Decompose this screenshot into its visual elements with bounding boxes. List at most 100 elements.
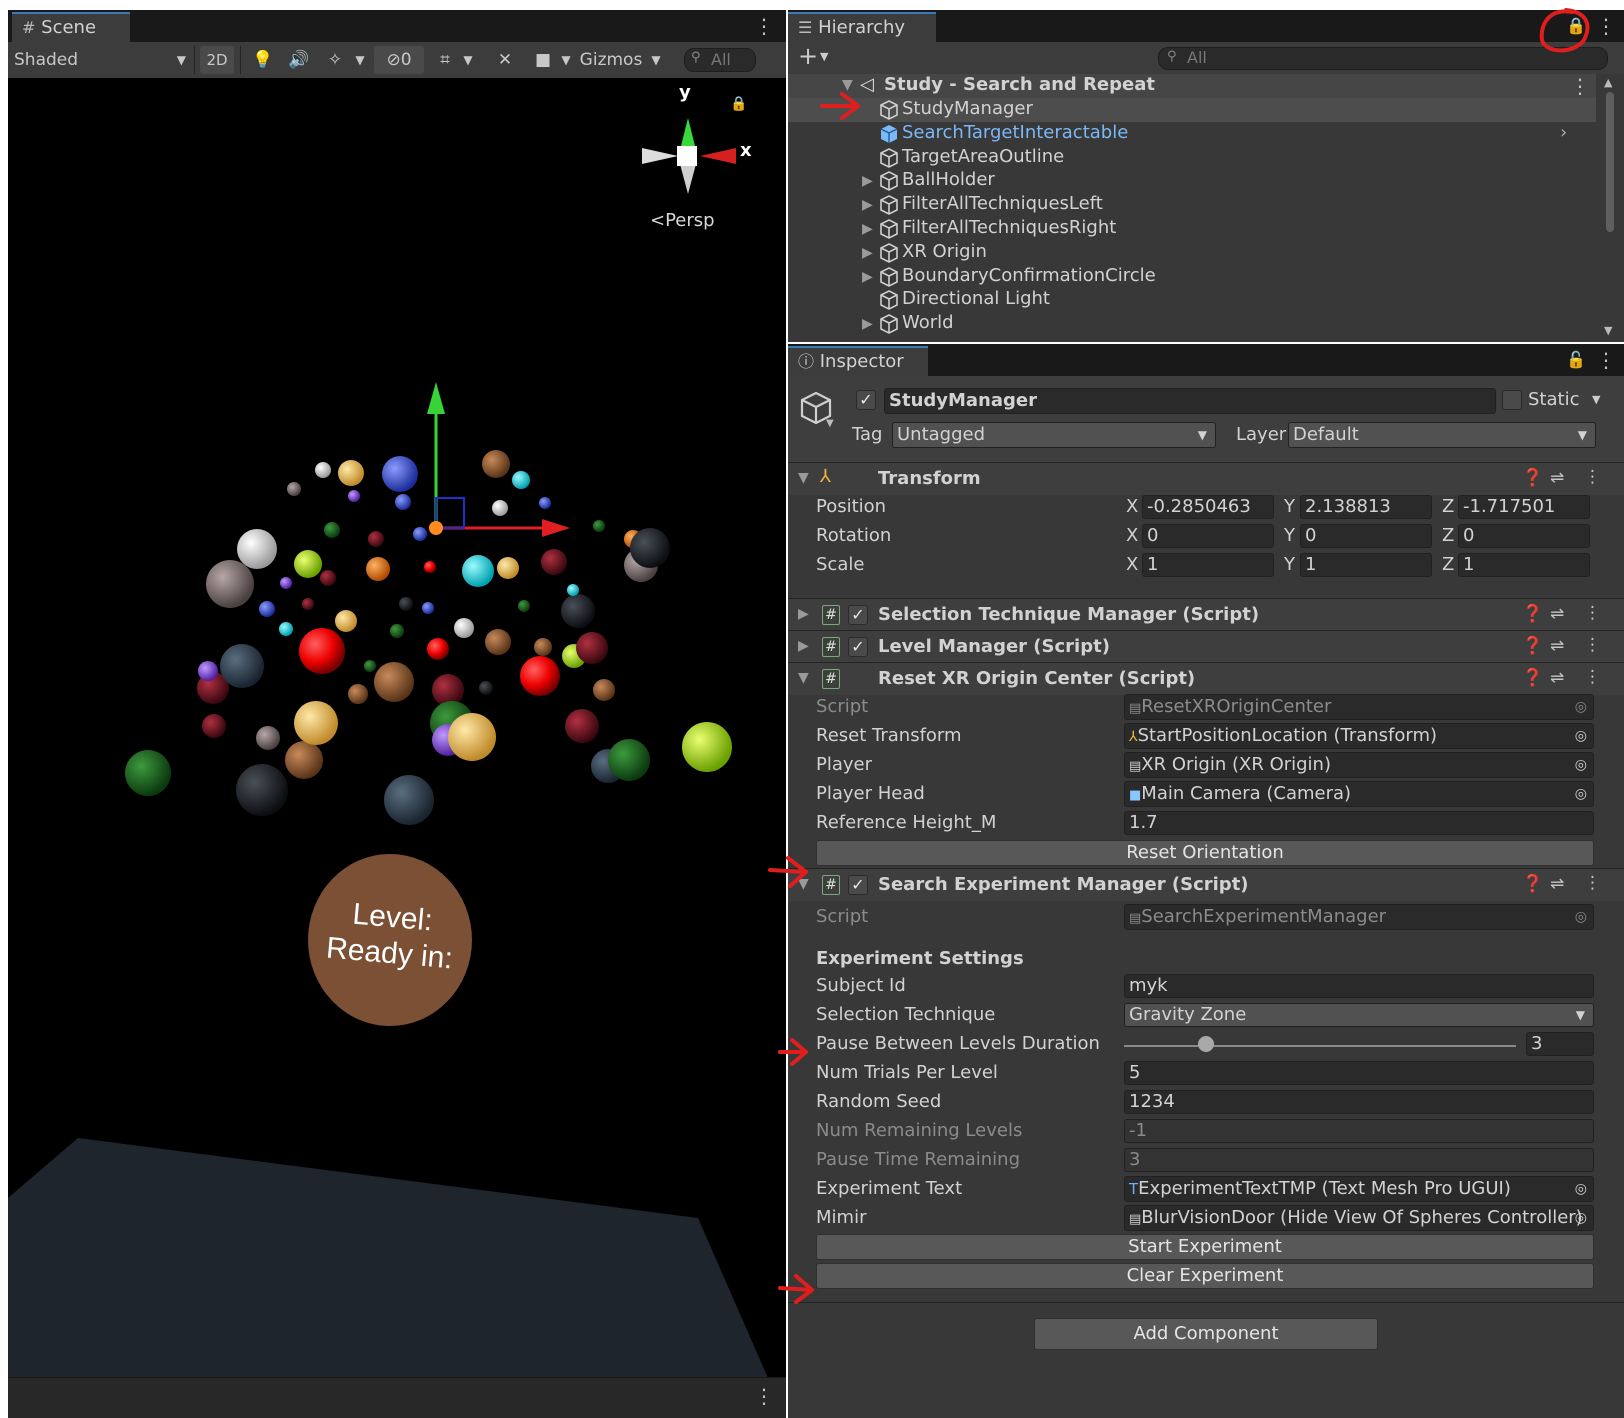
tag-dropdown[interactable]: Untagged ▼ <box>892 422 1216 448</box>
more-options-icon[interactable]: ⋮ <box>1596 348 1616 372</box>
presets-icon[interactable]: ⇌ <box>1550 636 1564 656</box>
presets-icon[interactable]: ⇌ <box>1550 668 1564 688</box>
num-trials-field[interactable]: 5 <box>1124 1061 1594 1085</box>
gizmos-dropdown-icon[interactable]: ▼ <box>648 46 664 74</box>
position-y-field[interactable]: 2.138813 <box>1300 495 1432 519</box>
layer-dropdown[interactable]: Default ▼ <box>1288 422 1596 448</box>
reset-orientation-button[interactable]: Reset Orientation <box>816 840 1594 866</box>
subject-id-field[interactable]: myk <box>1124 974 1594 998</box>
tools-icon[interactable]: ✕ <box>488 46 522 74</box>
object-name-field[interactable]: StudyManager <box>884 388 1496 414</box>
help-icon[interactable]: ❓ <box>1522 636 1543 656</box>
fold-closed-icon[interactable]: ▶ <box>862 269 873 285</box>
prefab-open-chevron-icon[interactable]: › <box>1560 122 1567 143</box>
create-add-icon[interactable]: + <box>798 42 818 70</box>
active-checkbox[interactable]: ✓ <box>856 390 876 410</box>
lock-icon[interactable]: 🔒 <box>1566 16 1586 35</box>
hierarchy-item[interactable]: ▶ XR Origin <box>788 241 1596 265</box>
effects-icon[interactable]: ✧ <box>318 46 352 74</box>
random-seed-field[interactable]: 1234 <box>1124 1090 1594 1114</box>
fold-closed-icon[interactable]: ▶ <box>862 221 873 237</box>
component-enabled-checkbox[interactable]: ✓ <box>848 875 868 895</box>
component-menu-icon[interactable]: ⋮ <box>1584 603 1601 623</box>
component-enabled-checkbox[interactable]: ✓ <box>848 605 868 625</box>
pause-duration-field[interactable]: 3 <box>1526 1032 1594 1056</box>
fold-closed-icon[interactable]: ▶ <box>862 245 873 261</box>
hierarchy-item[interactable]: SearchTargetInteractable › <box>788 122 1596 146</box>
gizmo-lock-icon[interactable]: 🔒 <box>730 96 747 112</box>
help-icon[interactable]: ❓ <box>1522 468 1543 488</box>
tab-scene[interactable]: # Scene <box>12 12 130 42</box>
rotation-z-field[interactable]: 0 <box>1458 524 1590 548</box>
reset-transform-field[interactable]: ⅄StartPositionLocation (Transform) ◎ <box>1124 723 1594 749</box>
shading-mode-dropdown[interactable]: Shaded ▼ <box>14 46 186 74</box>
tab-hierarchy[interactable]: ☰ Hierarchy <box>788 12 936 42</box>
hierarchy-item[interactable]: ▶ FilterAllTechniquesLeft <box>788 193 1596 217</box>
fold-closed-icon[interactable]: ▶ <box>862 173 873 189</box>
tab-inspector[interactable]: ⓘ Inspector <box>788 346 928 376</box>
hierarchy-item[interactable]: TargetAreaOutline <box>788 146 1596 170</box>
object-picker-icon[interactable]: ◎ <box>1575 1206 1587 1230</box>
gizmos-button[interactable]: Gizmos <box>578 46 644 74</box>
add-component-button[interactable]: Add Component <box>1034 1318 1378 1350</box>
projection-toggle[interactable]: <Persp <box>650 210 715 231</box>
hierarchy-item[interactable]: ▶ BallHolder <box>788 169 1596 193</box>
clear-experiment-button[interactable]: Clear Experiment <box>816 1263 1594 1289</box>
scene-row[interactable]: ▼ ◁ Study - Search and Repeat ⋮ <box>788 74 1596 98</box>
transform-header[interactable]: ▼ ⅄ Transform ❓ ⇌ ⋮ <box>788 462 1624 495</box>
hierarchy-item[interactable]: Directional Light <box>788 288 1596 312</box>
fold-open-icon[interactable]: ▼ <box>798 470 809 486</box>
component-menu-icon[interactable]: ⋮ <box>1584 635 1601 655</box>
scale-x-field[interactable]: 1 <box>1142 553 1274 577</box>
fold-closed-icon[interactable]: ▶ <box>862 197 873 213</box>
more-options-icon[interactable]: ⋮ <box>1596 14 1616 38</box>
grid-snap-icon[interactable]: ⌗ <box>430 46 460 74</box>
help-icon[interactable]: ❓ <box>1522 668 1543 688</box>
more-options-icon[interactable]: ⋮ <box>754 14 774 38</box>
component-menu-icon[interactable]: ⋮ <box>1584 873 1601 893</box>
hierarchy-item[interactable]: ▶ BoundaryConfirmationCircle <box>788 265 1596 289</box>
hierarchy-scrollbar[interactable]: ▲ ▼ <box>1596 74 1624 342</box>
search-experiment-manager-header[interactable]: ▼ # ✓ Search Experiment Manager (Script)… <box>788 868 1624 901</box>
presets-icon[interactable]: ⇌ <box>1550 874 1564 894</box>
position-x-field[interactable]: -0.2850463 <box>1142 495 1274 519</box>
scene-search-input[interactable]: ⚲ All <box>684 48 756 72</box>
object-picker-icon[interactable]: ◎ <box>1575 782 1587 806</box>
start-experiment-button[interactable]: Start Experiment <box>816 1234 1594 1260</box>
scene-more-icon[interactable]: ⋮ <box>1570 74 1590 98</box>
inspector-lock-icon[interactable]: 🔓 <box>1566 350 1586 369</box>
presets-icon[interactable]: ⇌ <box>1550 468 1564 488</box>
object-picker-icon[interactable]: ◎ <box>1575 724 1587 748</box>
experiment-text-field[interactable]: TExperimentTextTMP (Text Mesh Pro UGUI) … <box>1124 1176 1594 1202</box>
hierarchy-search-input[interactable]: ⚲ All <box>1158 47 1608 70</box>
fold-open-icon[interactable]: ▼ <box>842 77 853 93</box>
rotation-y-field[interactable]: 0 <box>1300 524 1432 548</box>
help-icon[interactable]: ❓ <box>1522 604 1543 624</box>
component-menu-icon[interactable]: ⋮ <box>1584 467 1601 487</box>
pause-duration-slider-track[interactable] <box>1124 1045 1516 1047</box>
selection-technique-manager-header[interactable]: ▶ # ✓ Selection Technique Manager (Scrip… <box>788 598 1624 631</box>
icon-dropdown-icon[interactable]: ▼ <box>826 418 834 429</box>
scale-z-field[interactable]: 1 <box>1458 553 1590 577</box>
static-checkbox[interactable] <box>1502 390 1522 410</box>
hierarchy-item[interactable]: StudyManager <box>788 98 1596 122</box>
scene-visibility-toggle[interactable]: ⊘0 <box>374 46 424 74</box>
fold-closed-icon[interactable]: ▶ <box>862 316 873 332</box>
fold-open-icon[interactable]: ▼ <box>798 876 809 892</box>
grid-dropdown-icon[interactable]: ▼ <box>460 46 476 74</box>
component-menu-icon[interactable]: ⋮ <box>1584 667 1601 687</box>
scroll-thumb[interactable] <box>1606 92 1614 232</box>
static-dropdown-icon[interactable]: ▼ <box>1592 393 1600 406</box>
rotation-x-field[interactable]: 0 <box>1142 524 1274 548</box>
pause-duration-slider-thumb[interactable] <box>1198 1036 1215 1052</box>
scene-viewport[interactable]: y x 🔒 <Persp Level: Ready in: <box>8 78 786 1378</box>
fold-closed-icon[interactable]: ▶ <box>798 606 809 622</box>
lighting-icon[interactable]: 💡 <box>246 46 280 74</box>
more-options-icon[interactable]: ⋮ <box>754 1384 774 1408</box>
level-manager-header[interactable]: ▶ # ✓ Level Manager (Script) ❓ ⇌ ⋮ <box>788 630 1624 663</box>
audio-icon[interactable]: 🔊 <box>282 46 316 74</box>
selection-technique-dropdown[interactable]: Gravity Zone ▼ <box>1124 1003 1594 1027</box>
create-dropdown-icon[interactable]: ▼ <box>820 50 828 63</box>
scroll-down-icon[interactable]: ▼ <box>1604 324 1612 337</box>
player-head-field[interactable]: ■Main Camera (Camera) ◎ <box>1124 781 1594 807</box>
